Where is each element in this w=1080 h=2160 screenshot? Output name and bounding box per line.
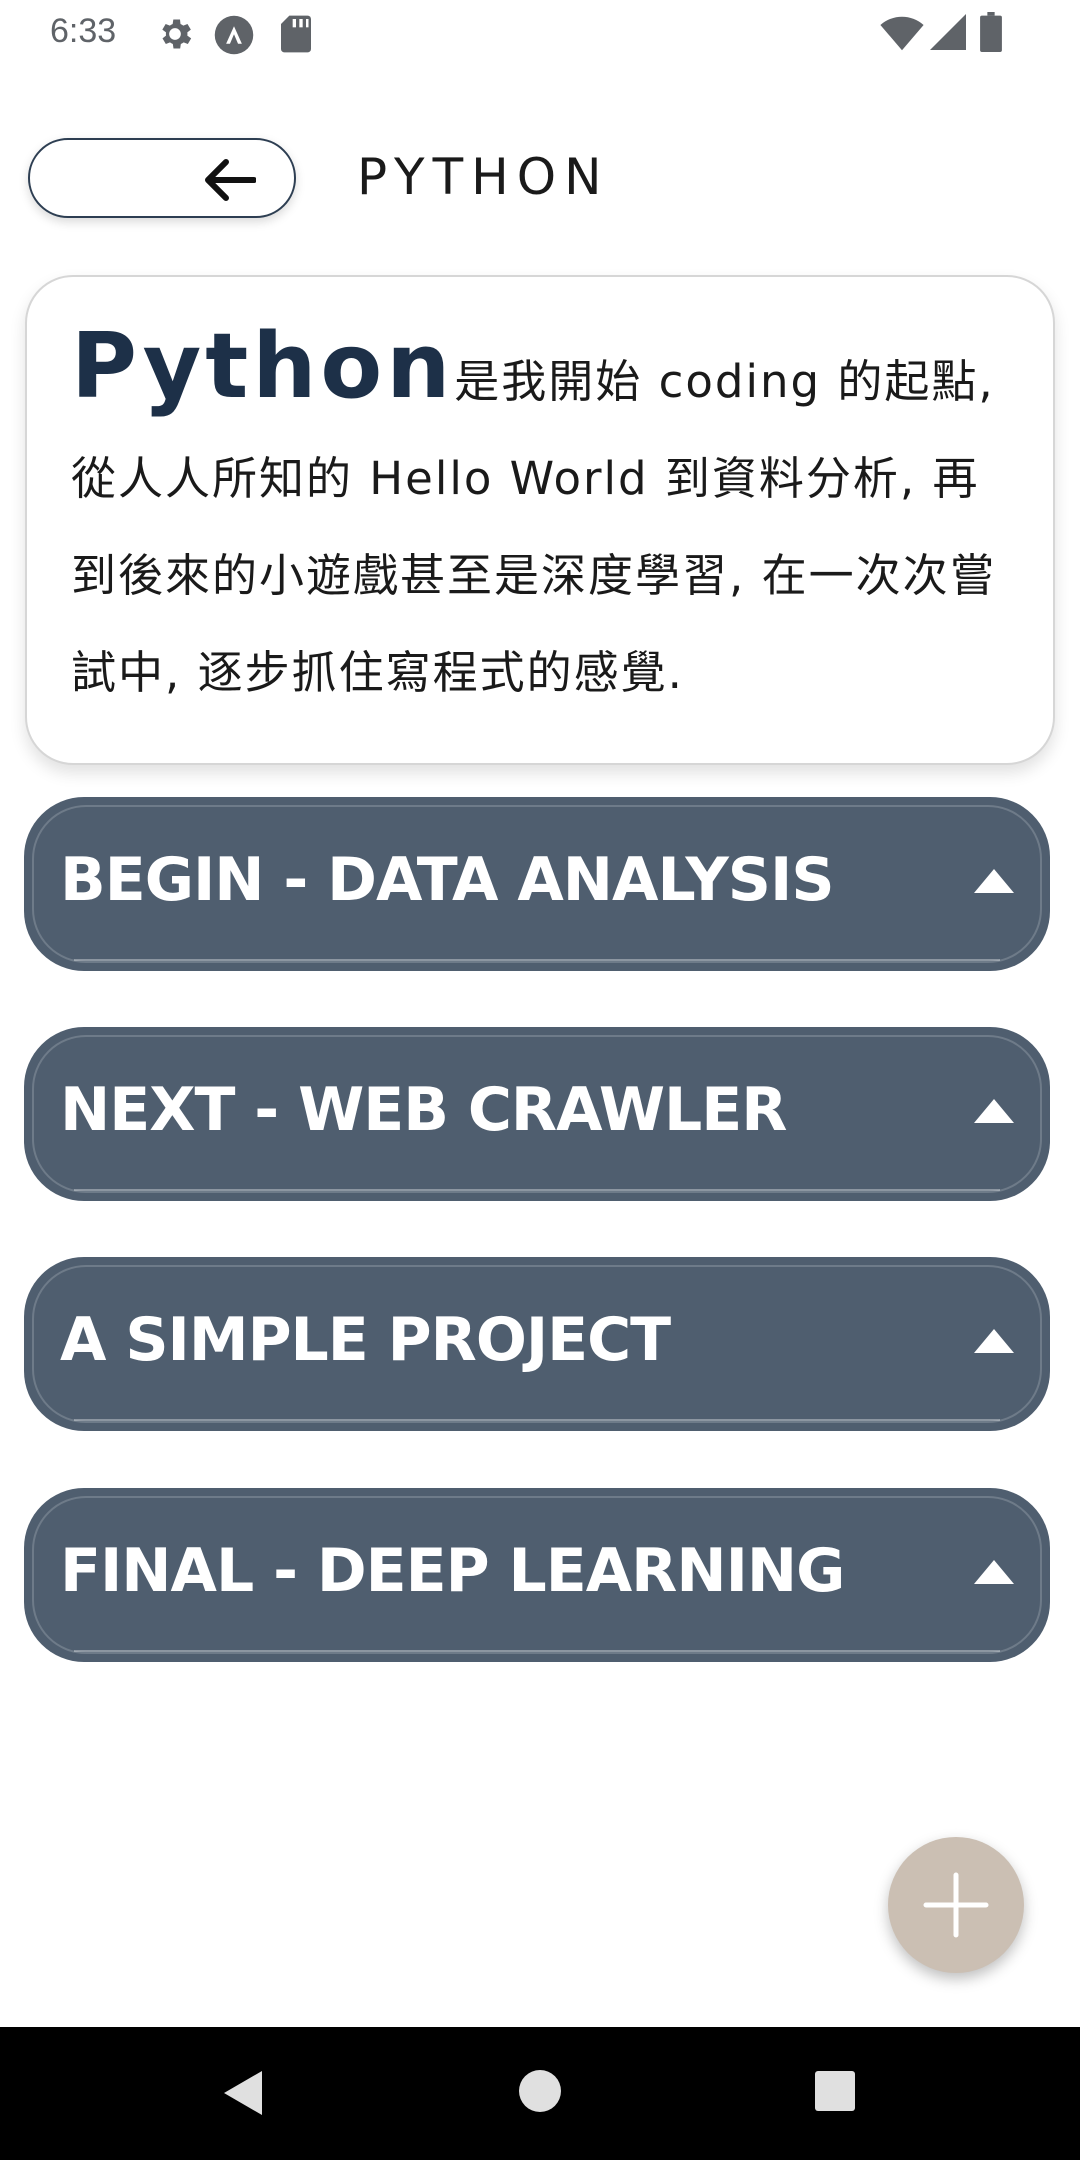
section-title: FINAL - DEEP LEARNING [60, 1536, 845, 1606]
add-button[interactable] [888, 1837, 1024, 1973]
status-bar: 6:33 [0, 0, 1080, 70]
a-badge-icon [213, 14, 255, 60]
recents-square-icon[interactable] [813, 2069, 857, 2117]
section-divider [74, 1650, 1000, 1652]
section-divider [74, 959, 1000, 961]
back-triangle-icon[interactable] [222, 2069, 266, 2121]
intro-lead: Python [71, 314, 455, 419]
caret-up-icon[interactable] [974, 869, 1014, 893]
back-button[interactable] [28, 138, 296, 218]
gear-icon [155, 14, 195, 58]
section-title: NEXT - WEB CRAWLER [60, 1075, 787, 1145]
section-divider [74, 1189, 1000, 1191]
status-time: 6:33 [50, 12, 117, 50]
page-title: PYTHON [357, 148, 610, 206]
intro-paragraph: Python是我開始 coding 的起點, 從人人所知的 Hello Worl… [71, 322, 1013, 721]
system-nav-bar [0, 2027, 1080, 2160]
caret-up-icon[interactable] [974, 1560, 1014, 1584]
section-title: BEGIN - DATA ANALYSIS [60, 845, 835, 915]
plus-icon [923, 1872, 989, 1938]
section-next-web-crawler[interactable]: NEXT - WEB CRAWLER [24, 1027, 1050, 1201]
section-a-simple-project[interactable]: A SIMPLE PROJECT [24, 1257, 1050, 1431]
battery-icon [980, 12, 1002, 56]
section-final-deep-learning[interactable]: FINAL - DEEP LEARNING [24, 1488, 1050, 1662]
caret-up-icon[interactable] [974, 1329, 1014, 1353]
home-circle-icon[interactable] [518, 2069, 562, 2117]
intro-card: Python是我開始 coding 的起點, 從人人所知的 Hello Worl… [25, 275, 1055, 765]
section-title: A SIMPLE PROJECT [60, 1305, 671, 1375]
section-begin-data-analysis[interactable]: BEGIN - DATA ANALYSIS [24, 797, 1050, 971]
sd-card-icon [278, 14, 314, 58]
caret-up-icon[interactable] [974, 1099, 1014, 1123]
wifi-icon [880, 16, 924, 56]
arrow-left-icon [205, 159, 256, 201]
section-divider [74, 1419, 1000, 1421]
signal-icon [930, 14, 966, 54]
